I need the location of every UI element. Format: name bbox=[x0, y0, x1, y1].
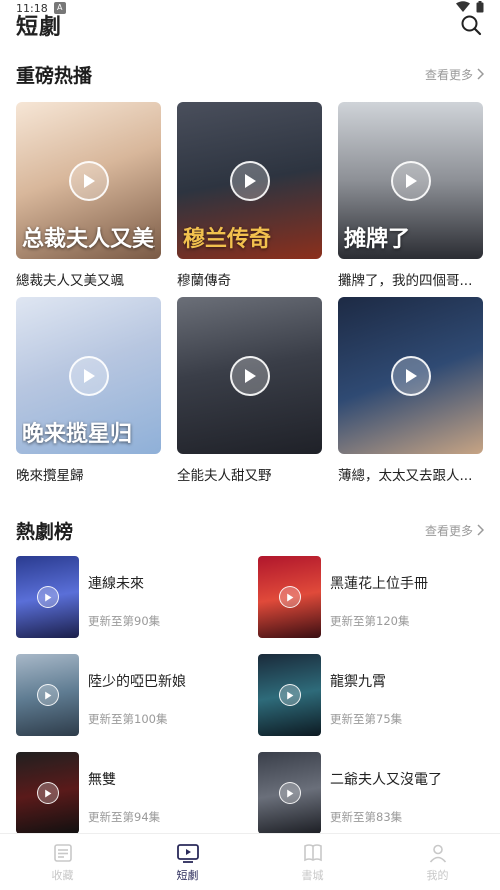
thumbnail-image[interactable] bbox=[258, 654, 321, 736]
tab-dramas[interactable]: 短劇 bbox=[125, 834, 250, 890]
poster-caption: 总裁夫人又美又飒 bbox=[22, 227, 155, 252]
drama-card[interactable]: 薄總，太太又去跟人... bbox=[338, 297, 483, 484]
page-title: 短劇 bbox=[16, 15, 63, 40]
hot-list-item[interactable]: 二爺夫人又沒電了 更新至第83集 bbox=[258, 752, 484, 834]
hot-item-update: 更新至第90集 bbox=[88, 614, 161, 628]
tab-label: 書城 bbox=[301, 868, 324, 882]
drama-title: 晚來攬星歸 bbox=[16, 468, 84, 484]
thumbnail-image[interactable] bbox=[258, 752, 321, 834]
thumbnail-image[interactable] bbox=[258, 556, 321, 638]
play-icon[interactable] bbox=[68, 355, 109, 396]
play-icon[interactable] bbox=[68, 160, 109, 201]
thumbnail-image[interactable] bbox=[16, 752, 79, 834]
hot-item-info: 二爺夫人又沒電了 更新至第83集 bbox=[330, 769, 442, 825]
hot-list: 連線未來 更新至第90集 黑蓮花上位手冊 更新至第120集 陸少的啞巴新娘 更新… bbox=[0, 556, 500, 834]
thumbnail-image[interactable] bbox=[16, 654, 79, 736]
bottom-tab-bar: 收藏 短劇 書城 我的 bbox=[0, 833, 500, 890]
hot-item-title: 連線未來 bbox=[88, 576, 144, 592]
hot-item-update: 更新至第75集 bbox=[330, 712, 403, 726]
drama-card[interactable]: 摊牌了 攤牌了，我的四個哥... bbox=[338, 102, 483, 289]
hot-list-item[interactable]: 陸少的啞巴新娘 更新至第100集 bbox=[16, 654, 258, 736]
play-icon[interactable] bbox=[278, 684, 301, 706]
hot-item-update: 更新至第120集 bbox=[330, 614, 410, 628]
hot-item-info: 龍禦九霄 更新至第75集 bbox=[330, 671, 402, 727]
chevron-right-icon bbox=[477, 68, 484, 80]
poster-image[interactable]: 晚来揽星归 bbox=[16, 297, 161, 454]
hot-item-info: 陸少的啞巴新娘 更新至第100集 bbox=[88, 671, 186, 727]
drama-card[interactable]: 穆兰传奇 穆蘭傳奇 bbox=[177, 102, 322, 289]
play-icon[interactable] bbox=[229, 355, 270, 396]
play-icon[interactable] bbox=[278, 782, 301, 804]
poster-image[interactable]: 总裁夫人又美又飒 bbox=[16, 102, 161, 259]
featured-see-more-label: 查看更多 bbox=[424, 67, 473, 82]
tab-profile[interactable]: 我的 bbox=[375, 834, 500, 890]
hot-item-title: 二爺夫人又沒電了 bbox=[330, 772, 442, 788]
poster-caption: 摊牌了 bbox=[344, 227, 411, 252]
play-icon[interactable] bbox=[36, 684, 59, 706]
hot-item-info: 黑蓮花上位手冊 更新至第120集 bbox=[330, 573, 428, 629]
play-icon[interactable] bbox=[36, 782, 59, 804]
play-icon[interactable] bbox=[229, 160, 270, 201]
tab-favorites[interactable]: 收藏 bbox=[0, 834, 125, 890]
poster-image[interactable] bbox=[177, 297, 322, 454]
hot-section-title: 熱劇榜 bbox=[16, 520, 74, 543]
drama-title: 全能夫人甜又野 bbox=[177, 468, 272, 484]
featured-section-title: 重磅热播 bbox=[16, 64, 93, 87]
hot-see-more-link[interactable]: 查看更多 bbox=[425, 522, 484, 539]
play-icon[interactable] bbox=[36, 586, 59, 608]
drama-title: 薄總，太太又去跟人... bbox=[338, 468, 473, 484]
hot-list-item[interactable]: 黑蓮花上位手冊 更新至第120集 bbox=[258, 556, 484, 638]
poster-image[interactable] bbox=[338, 297, 483, 454]
drama-card[interactable]: 全能夫人甜又野 bbox=[177, 297, 322, 484]
drama-title: 穆蘭傳奇 bbox=[177, 273, 231, 289]
hot-item-title: 無雙 bbox=[88, 772, 116, 788]
top-bar: 短劇 bbox=[0, 10, 500, 40]
drama-title: 攤牌了，我的四個哥... bbox=[338, 273, 473, 289]
hot-item-title: 龍禦九霄 bbox=[330, 674, 386, 690]
poster-caption: 穆兰传奇 bbox=[183, 227, 272, 252]
tab-label: 短劇 bbox=[176, 868, 199, 882]
poster-image[interactable]: 摊牌了 bbox=[338, 102, 483, 259]
user-icon bbox=[429, 844, 446, 863]
tab-label: 我的 bbox=[426, 868, 449, 882]
hot-item-title: 陸少的啞巴新娘 bbox=[88, 674, 186, 690]
search-icon bbox=[461, 15, 482, 36]
tv-icon bbox=[176, 843, 199, 863]
book-icon bbox=[303, 843, 322, 861]
hot-item-info: 無雙 更新至第94集 bbox=[88, 769, 160, 825]
hot-list-item[interactable]: 龍禦九霄 更新至第75集 bbox=[258, 654, 484, 736]
featured-see-more-link[interactable]: 查看更多 bbox=[425, 66, 484, 83]
hot-list-item[interactable]: 連線未來 更新至第90集 bbox=[16, 556, 258, 638]
poster-image[interactable]: 穆兰传奇 bbox=[177, 102, 322, 259]
thumbnail-image[interactable] bbox=[16, 556, 79, 638]
chevron-right-icon bbox=[477, 524, 484, 536]
hot-item-info: 連線未來 更新至第90集 bbox=[88, 573, 160, 629]
tab-bookstore[interactable]: 書城 bbox=[250, 834, 375, 890]
tab-label: 收藏 bbox=[51, 868, 74, 882]
hot-section-header: 熱劇榜 查看更多 bbox=[0, 516, 500, 544]
hot-list-item[interactable]: 無雙 更新至第94集 bbox=[16, 752, 258, 834]
featured-grid: 总裁夫人又美又飒 總裁夫人又美又颯 穆兰传奇 穆蘭傳奇 摊牌了 攤牌了，我的四個… bbox=[0, 102, 500, 484]
drama-title: 總裁夫人又美又颯 bbox=[16, 273, 124, 289]
play-icon[interactable] bbox=[390, 355, 431, 396]
hot-item-update: 更新至第83集 bbox=[330, 810, 403, 824]
list-icon bbox=[53, 843, 72, 862]
hot-item-update: 更新至第100集 bbox=[88, 712, 168, 726]
play-icon[interactable] bbox=[278, 586, 301, 608]
hot-item-update: 更新至第94集 bbox=[88, 810, 161, 824]
hot-see-more-label: 查看更多 bbox=[424, 523, 473, 538]
search-button[interactable] bbox=[458, 12, 484, 38]
drama-card[interactable]: 总裁夫人又美又飒 總裁夫人又美又颯 bbox=[16, 102, 161, 289]
play-icon[interactable] bbox=[390, 160, 431, 201]
drama-card[interactable]: 晚来揽星归 晚來攬星歸 bbox=[16, 297, 161, 484]
featured-section-header: 重磅热播 查看更多 bbox=[0, 60, 500, 88]
hot-item-title: 黑蓮花上位手冊 bbox=[330, 576, 428, 592]
poster-caption: 晚来揽星归 bbox=[22, 422, 133, 447]
